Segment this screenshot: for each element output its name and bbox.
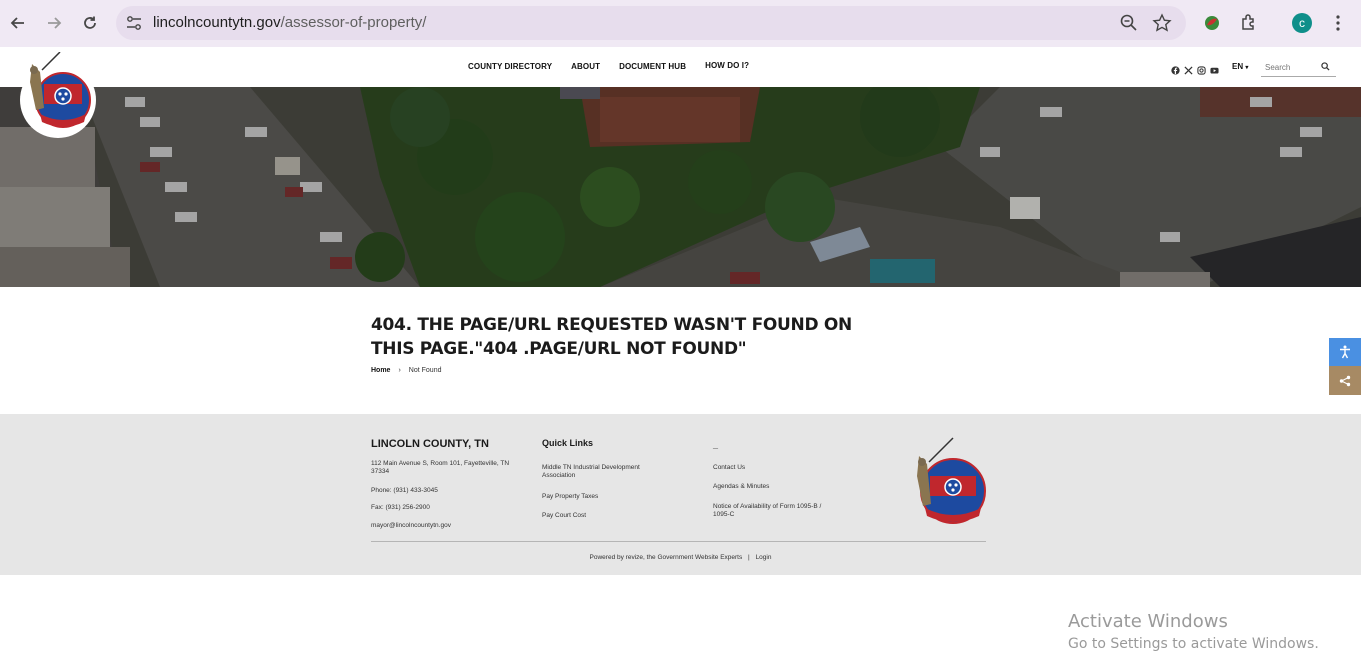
site-header: COUNTY DIRECTORY ABOUT DOCUMENT HUB HOW …: [0, 47, 1361, 87]
footer-contact: LINCOLN COUNTY, TN: [371, 438, 489, 450]
url-domain: lincolncountytn.gov: [153, 14, 281, 31]
footer-divider: [371, 541, 986, 542]
site-settings-icon[interactable]: [125, 14, 143, 32]
language-label: EN: [1232, 62, 1244, 71]
footer-email-link[interactable]: mayor@lincolncountytn.gov: [371, 522, 451, 530]
county-logo[interactable]: [18, 51, 98, 138]
activate-windows-subtitle: Go to Settings to activate Windows.: [1068, 636, 1319, 652]
menu-kebab-icon[interactable]: [1331, 14, 1345, 32]
footer-col3-title: _: [713, 440, 719, 450]
quick-links-title: Quick Links: [542, 438, 594, 448]
extension-icon[interactable]: [1203, 14, 1221, 32]
breadcrumb-home[interactable]: Home: [371, 367, 390, 374]
breadcrumb-separator-icon: ›: [398, 367, 401, 374]
browser-toolbar: lincolncountytn.gov/assessor-of-property…: [0, 0, 1361, 47]
hero-banner-image: [0, 87, 1361, 287]
forward-arrow-icon: [48, 17, 62, 29]
facebook-icon[interactable]: [1171, 62, 1180, 75]
accessibility-button[interactable]: [1329, 338, 1361, 366]
footer-fax: Fax: (931) 256-2900: [371, 504, 430, 511]
powered-by-text: Powered by revize, the Government Websit…: [589, 554, 743, 561]
bookmark-star-icon[interactable]: [1152, 13, 1172, 33]
zoom-icon[interactable]: [1119, 13, 1139, 33]
footer-org-name: LINCOLN COUNTY, TN: [371, 438, 489, 450]
language-selector[interactable]: EN ▾: [1232, 62, 1248, 71]
x-icon[interactable]: [1184, 62, 1193, 75]
breadcrumb-current: Not Found: [408, 367, 442, 374]
reload-button[interactable]: [78, 11, 102, 35]
footer-county-seal-icon: [917, 437, 986, 524]
footer-col3: _: [713, 440, 718, 450]
nav-county-directory[interactable]: COUNTY DIRECTORY: [468, 62, 552, 71]
footer-contact-us-link[interactable]: Contact Us: [713, 464, 745, 472]
share-icon: [1339, 375, 1351, 386]
search-icon[interactable]: [1321, 62, 1330, 71]
footer-quick-links: Quick Links: [542, 438, 593, 448]
footer-county-logo[interactable]: [913, 436, 988, 528]
back-button[interactable]: [6, 11, 30, 35]
youtube-icon[interactable]: [1210, 62, 1219, 74]
profile-avatar[interactable]: c: [1292, 13, 1312, 33]
accessibility-icon: [1340, 345, 1350, 359]
quick-link-middle-tn[interactable]: Middle TN Industrial Development Associa…: [542, 464, 662, 480]
login-link[interactable]: Login: [756, 554, 772, 561]
site-footer: LINCOLN COUNTY, TN 112 Main Avenue S, Ro…: [0, 414, 1361, 575]
address-bar[interactable]: lincolncountytn.gov/assessor-of-property…: [116, 6, 1186, 40]
footer-powered-by: Powered by revize, the Government Websit…: [0, 554, 1361, 561]
footer-address: 112 Main Avenue S, Room 101, Fayettevill…: [371, 460, 510, 475]
forward-button[interactable]: [42, 11, 66, 35]
page-title: 404. THE PAGE/URL REQUESTED WASN'T FOUND…: [371, 315, 852, 359]
quick-link-pay-property-taxes[interactable]: Pay Property Taxes: [542, 493, 598, 501]
powered-by-separator: |: [748, 554, 750, 561]
extensions-puzzle-icon[interactable]: [1240, 13, 1258, 31]
footer-phone: Phone: (931) 433-3045: [371, 487, 438, 494]
main-navigation: COUNTY DIRECTORY ABOUT DOCUMENT HUB HOW …: [468, 61, 749, 71]
quick-link-pay-court-cost[interactable]: Pay Court Cost: [542, 512, 586, 520]
caret-down-icon: ▾: [1245, 65, 1249, 71]
reload-icon: [84, 16, 96, 29]
social-links: [1171, 62, 1219, 75]
nav-document-hub[interactable]: DOCUMENT HUB: [619, 62, 686, 71]
instagram-icon[interactable]: [1197, 62, 1206, 75]
search-input[interactable]: [1261, 58, 1317, 77]
main-content: 404. THE PAGE/URL REQUESTED WASN'T FOUND…: [371, 313, 871, 374]
footer-agendas-link[interactable]: Agendas & Minutes: [713, 483, 769, 491]
county-seal-icon: [20, 51, 96, 138]
nav-how-do-i[interactable]: HOW DO I?: [705, 61, 749, 70]
footer-form-1095-link[interactable]: Notice of Availability of Form 1095-B / …: [713, 503, 838, 519]
nav-about[interactable]: ABOUT: [571, 62, 600, 71]
url-path: /assessor-of-property/: [280, 14, 427, 31]
url-text: lincolncountytn.gov/assessor-of-property…: [153, 14, 426, 31]
activate-windows-title: Activate Windows: [1068, 611, 1228, 632]
aerial-town-image: [0, 87, 1361, 287]
back-arrow-icon: [10, 17, 24, 29]
share-button[interactable]: [1329, 366, 1361, 395]
breadcrumb: Home › Not Found: [371, 367, 871, 374]
site-search: [1261, 57, 1336, 77]
